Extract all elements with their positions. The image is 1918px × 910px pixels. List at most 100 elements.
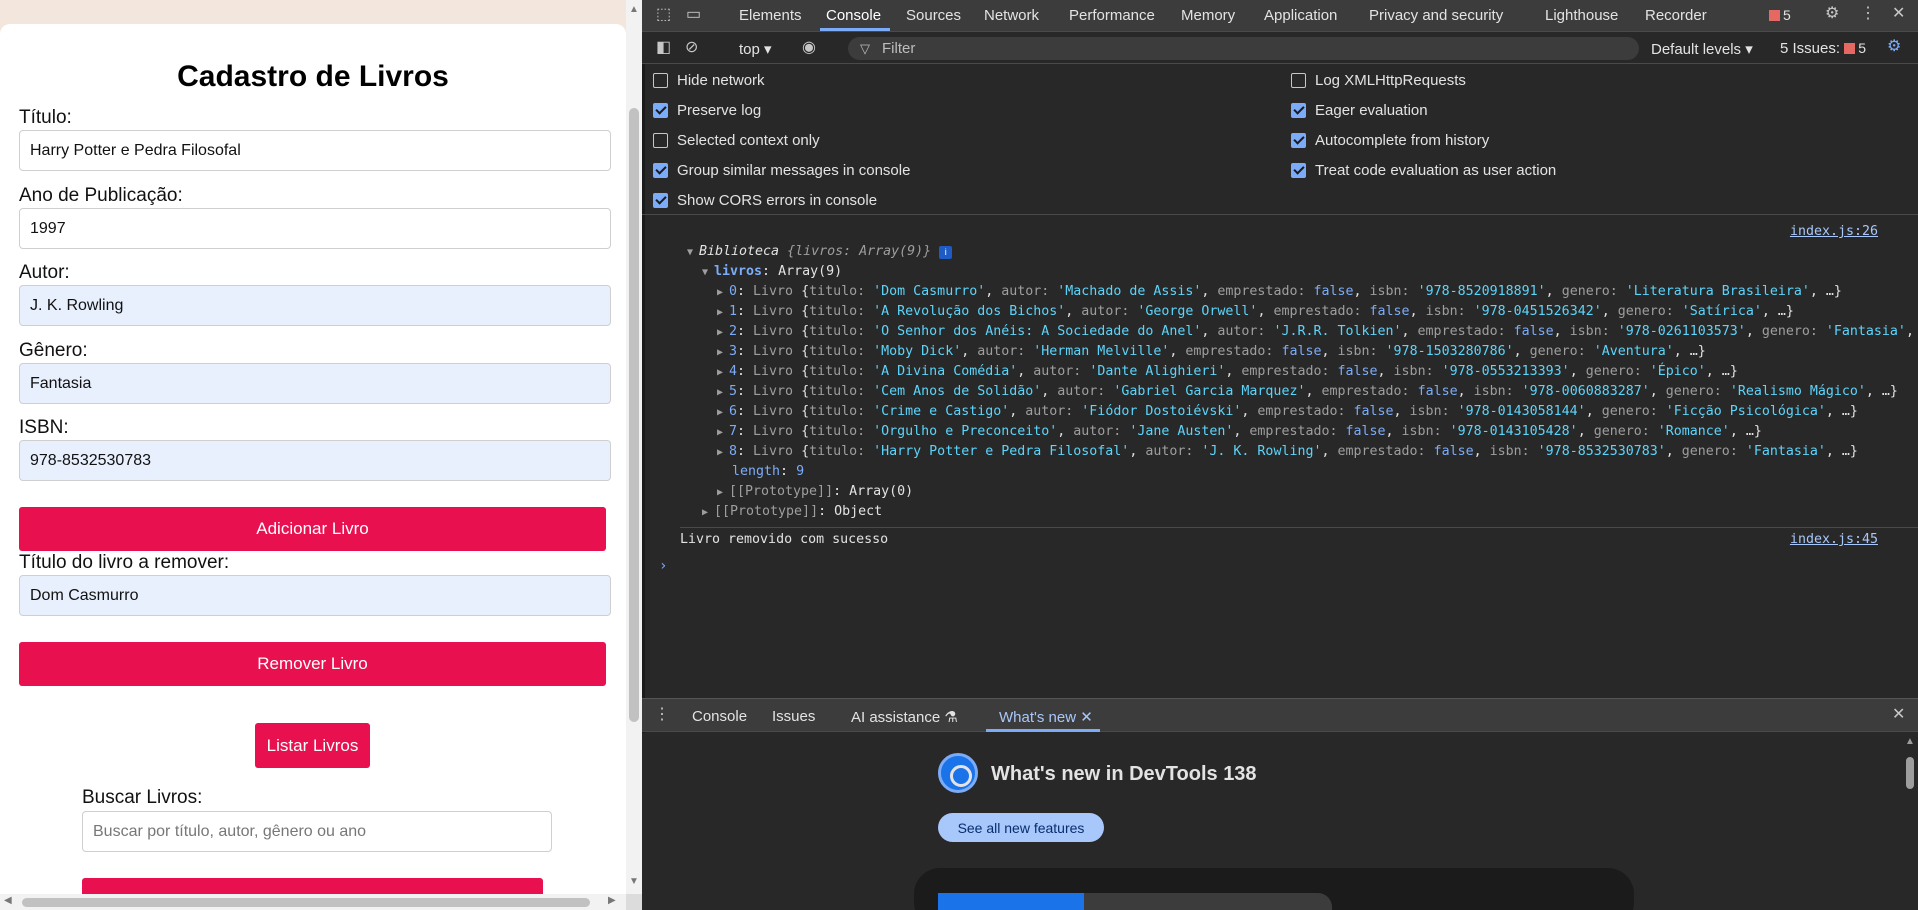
add-book-button[interactable]: Adicionar Livro	[19, 507, 606, 551]
book-list-item[interactable]: ▶ 8: Livro {titulo: 'Harry Potter e Pedra…	[717, 444, 1858, 459]
setting-autocomplete[interactable]: Autocomplete from history	[1291, 132, 1489, 149]
checkbox[interactable]	[653, 103, 668, 118]
checkbox[interactable]	[653, 73, 668, 88]
expand-triangle-icon[interactable]: ▶	[717, 307, 729, 318]
setting-cors-errors[interactable]: Show CORS errors in console	[653, 192, 877, 209]
scroll-right-arrow-icon[interactable]: ▶	[608, 895, 616, 906]
year-input[interactable]: 1997	[19, 208, 611, 249]
tab-lighthouse[interactable]: Lighthouse	[1545, 7, 1618, 24]
expand-triangle-icon[interactable]: ▼	[702, 267, 714, 278]
isbn-input[interactable]: 978-8532530783	[19, 440, 611, 481]
setting-selected-context[interactable]: Selected context only	[653, 132, 820, 149]
console-settings-gear-icon[interactable]: ⚙	[1887, 39, 1901, 55]
array-prototype[interactable]: ▶ [[Prototype]]: Array(0)	[717, 484, 913, 499]
checkbox[interactable]	[1291, 73, 1306, 88]
checkbox[interactable]	[653, 133, 668, 148]
list-books-button[interactable]: Listar Livros	[255, 723, 370, 768]
page-vertical-scrollbar[interactable]: ▲ ▼	[626, 0, 642, 896]
setting-treat-user-action[interactable]: Treat code evaluation as user action	[1291, 162, 1556, 179]
remove-book-button[interactable]: Remover Livro	[19, 642, 606, 686]
source-link[interactable]: index.js:45	[1790, 532, 1878, 547]
more-options-icon[interactable]: ⋮	[1860, 6, 1876, 22]
scroll-thumb[interactable]	[629, 108, 639, 722]
book-list-item[interactable]: ▶ 5: Livro {titulo: 'Cem Anos de Solidão'…	[717, 384, 1898, 399]
checkbox[interactable]	[653, 193, 668, 208]
object-prototype[interactable]: ▶ [[Prototype]]: Object	[702, 504, 882, 519]
tab-recorder[interactable]: Recorder	[1645, 7, 1707, 24]
context-selector[interactable]: top ▾	[739, 40, 772, 58]
expand-triangle-icon[interactable]: ▶	[717, 487, 729, 498]
log-levels-dropdown[interactable]: Default levels ▾	[1651, 40, 1753, 58]
drawer-menu-icon[interactable]: ⋮	[654, 707, 670, 723]
see-all-features-button[interactable]: See all new features	[938, 813, 1104, 842]
source-link[interactable]: index.js:26	[1790, 224, 1878, 239]
drawer-scrollbar[interactable]: ▲	[1902, 733, 1918, 910]
sidebar-toggle-icon[interactable]: ◧	[656, 40, 671, 56]
page-horizontal-scrollbar[interactable]: ◀ ▶	[0, 894, 626, 910]
close-drawer-icon[interactable]: ✕	[1892, 707, 1905, 723]
book-list-item[interactable]: ▶ 1: Livro {titulo: 'A Revolução dos Bich…	[717, 304, 1794, 319]
info-icon[interactable]: i	[939, 246, 953, 259]
tab-sources[interactable]: Sources	[906, 7, 961, 24]
book-list-item[interactable]: ▶ 6: Livro {titulo: 'Crime e Castigo', au…	[717, 404, 1858, 419]
expand-triangle-icon[interactable]: ▶	[717, 447, 729, 458]
expand-triangle-icon[interactable]: ▶	[717, 367, 729, 378]
close-devtools-icon[interactable]: ✕	[1892, 6, 1905, 22]
scroll-down-arrow-icon[interactable]: ▼	[629, 876, 639, 887]
author-input[interactable]: J. K. Rowling	[19, 285, 611, 326]
book-list-item[interactable]: ▶ 4: Livro {titulo: 'A Divina Comédia', a…	[717, 364, 1738, 379]
tab-application[interactable]: Application	[1264, 7, 1337, 24]
tab-network[interactable]: Network	[984, 7, 1039, 24]
expand-triangle-icon[interactable]: ▶	[717, 407, 729, 418]
expand-triangle-icon[interactable]: ▶	[717, 287, 729, 298]
issues-button[interactable]: 5 Issues: 5	[1780, 40, 1866, 57]
tab-console[interactable]: Console	[826, 7, 881, 24]
scroll-up-arrow-icon[interactable]: ▲	[1905, 736, 1915, 747]
issues-counter[interactable]: 5	[1769, 7, 1791, 23]
live-expression-eye-icon[interactable]: ◉	[802, 40, 816, 56]
drawer-tab-whats-new[interactable]: What's new ✕	[999, 708, 1093, 726]
device-toolbar-icon[interactable]: ▭	[686, 7, 701, 23]
expand-triangle-icon[interactable]: ▶	[717, 427, 729, 438]
console-filter-input[interactable]: ▽ Filter	[848, 37, 1639, 60]
setting-log-xhr[interactable]: Log XMLHttpRequests	[1291, 72, 1466, 89]
tab-elements[interactable]: Elements	[739, 7, 802, 24]
settings-gear-icon[interactable]: ⚙	[1825, 6, 1839, 22]
search-input[interactable]: Buscar por título, autor, gênero ou ano	[82, 811, 552, 852]
scroll-thumb[interactable]	[1906, 757, 1914, 789]
checkbox[interactable]	[1291, 103, 1306, 118]
console-prompt-icon[interactable]: ›	[659, 558, 667, 574]
drawer-tab-ai-assistance[interactable]: AI assistance ⚗	[851, 708, 958, 726]
expand-triangle-icon[interactable]: ▶	[702, 507, 714, 518]
checkbox[interactable]	[1291, 163, 1306, 178]
close-tab-icon[interactable]: ✕	[1080, 709, 1093, 726]
book-list-item[interactable]: ▶ 3: Livro {titulo: 'Moby Dick', autor: '…	[717, 344, 1706, 359]
book-list-item[interactable]: ▶ 0: Livro {titulo: 'Dom Casmurro', autor…	[717, 284, 1842, 299]
tab-memory[interactable]: Memory	[1181, 7, 1235, 24]
expand-triangle-icon[interactable]: ▶	[717, 347, 729, 358]
inspect-element-icon[interactable]: ⬚	[656, 7, 671, 23]
expand-triangle-icon[interactable]: ▶	[717, 327, 729, 338]
setting-eager-eval[interactable]: Eager evaluation	[1291, 102, 1428, 119]
book-list-item[interactable]: ▶ 2: Livro {titulo: 'O Senhor dos Anéis: …	[717, 324, 1918, 339]
tab-privacy-security[interactable]: Privacy and security	[1369, 7, 1503, 24]
expand-triangle-icon[interactable]: ▶	[717, 387, 729, 398]
livros-property[interactable]: ▼ livros: Array(9)	[702, 264, 842, 279]
drawer-tab-issues[interactable]: Issues	[772, 708, 815, 725]
expand-triangle-icon[interactable]: ▼	[687, 247, 699, 258]
scroll-thumb-horizontal[interactable]	[22, 898, 590, 907]
genre-input[interactable]: Fantasia	[19, 363, 611, 404]
clear-console-icon[interactable]: ⊘	[685, 40, 698, 56]
tab-performance[interactable]: Performance	[1069, 7, 1155, 24]
setting-hide-network[interactable]: Hide network	[653, 72, 765, 89]
setting-group-similar[interactable]: Group similar messages in console	[653, 162, 910, 179]
drawer-tab-console[interactable]: Console	[692, 708, 747, 725]
scroll-left-arrow-icon[interactable]: ◀	[4, 895, 12, 906]
book-list-item[interactable]: ▶ 7: Livro {titulo: 'Orgulho e Preconceit…	[717, 424, 1762, 439]
log-object-root[interactable]: ▼ Biblioteca {livros: Array(9)} i	[687, 244, 953, 259]
checkbox[interactable]	[653, 163, 668, 178]
remove-title-input[interactable]: Dom Casmurro	[19, 575, 611, 616]
checkbox[interactable]	[1291, 133, 1306, 148]
setting-preserve-log[interactable]: Preserve log	[653, 102, 761, 119]
scroll-up-arrow-icon[interactable]: ▲	[629, 4, 639, 15]
